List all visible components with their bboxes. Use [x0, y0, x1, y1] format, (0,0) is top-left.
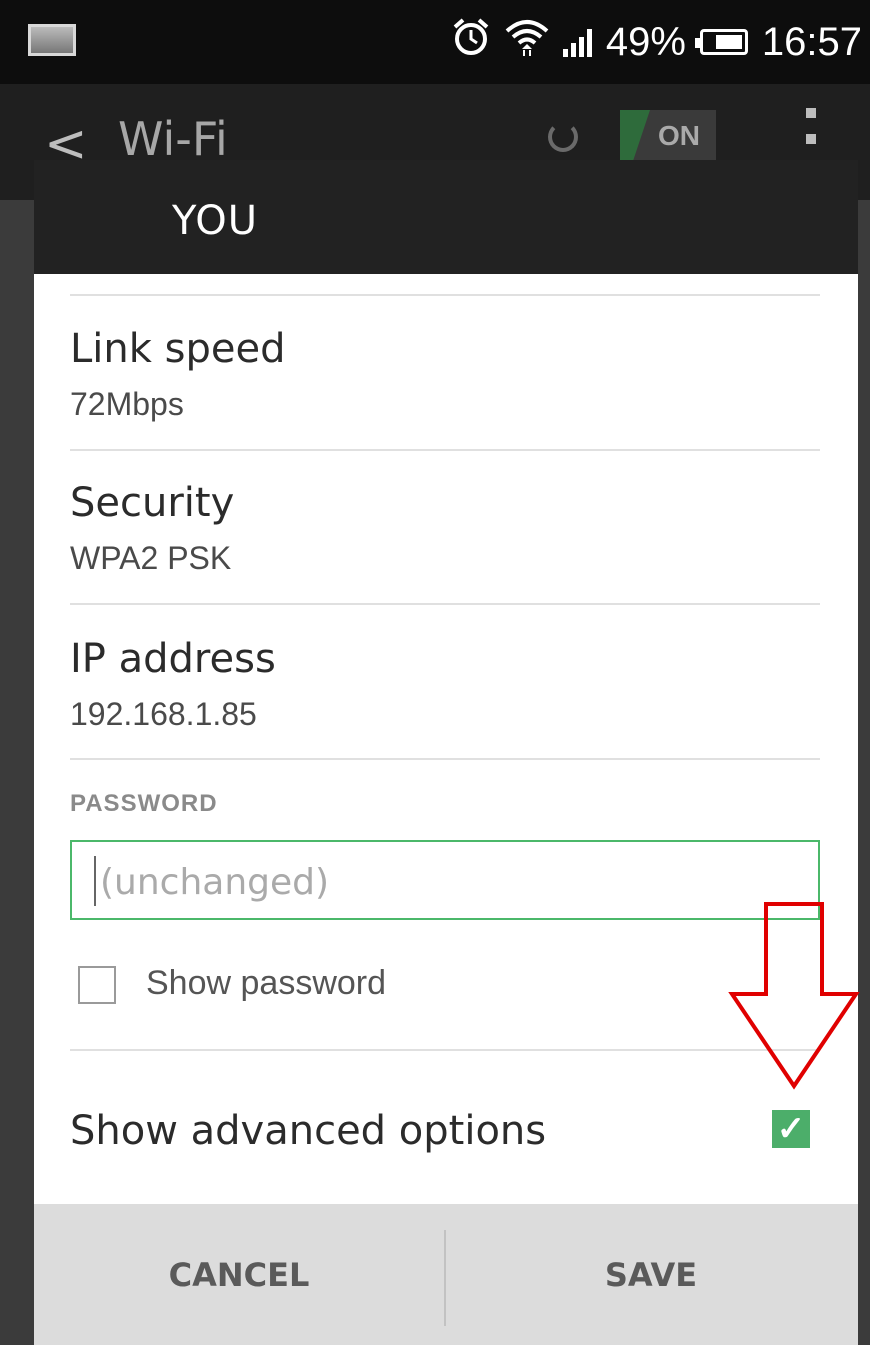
network-dialog: YOU Link speed 72Mbps Security WPA2 PSK … — [34, 160, 858, 1345]
divider — [70, 603, 820, 605]
wifi-toggle[interactable]: ON — [620, 110, 716, 164]
divider — [70, 758, 820, 760]
arrow-annotation-icon — [728, 902, 860, 1090]
ip-address-value: 192.168.1.85 — [70, 696, 257, 732]
dialog-title: YOU — [172, 198, 259, 244]
advanced-options-checkbox[interactable]: ✓ — [772, 1110, 810, 1148]
app-title: Wi-Fi — [118, 112, 228, 166]
security-value: WPA2 PSK — [70, 540, 232, 576]
show-password-label[interactable]: Show password — [146, 964, 386, 1003]
divider — [70, 1049, 820, 1051]
wifi-icon — [505, 17, 549, 67]
background-dim — [858, 200, 870, 1345]
clock: 16:57 — [761, 19, 862, 64]
cancel-button[interactable]: CANCEL — [34, 1204, 444, 1345]
status-icons: 49% 16:57 — [451, 16, 862, 68]
status-bar: 49% 16:57 — [0, 0, 870, 84]
divider — [70, 449, 820, 451]
show-password-checkbox[interactable] — [78, 966, 116, 1004]
signal-icon — [562, 27, 592, 57]
alarm-icon — [451, 17, 491, 67]
password-input[interactable] — [98, 852, 802, 912]
dialog-header: YOU — [34, 160, 858, 274]
link-speed-value: 72Mbps — [70, 386, 184, 422]
advanced-options-label[interactable]: Show advanced options — [70, 1108, 546, 1154]
scanning-spinner-icon — [548, 122, 578, 152]
ip-address-label: IP address — [70, 636, 276, 682]
background-dim — [0, 200, 34, 1345]
text-cursor — [94, 856, 96, 906]
password-field[interactable] — [70, 840, 820, 920]
password-section-label: PASSWORD — [70, 790, 218, 817]
dialog-footer: CANCEL SAVE — [34, 1204, 858, 1345]
battery-icon — [694, 29, 748, 55]
security-label: Security — [70, 480, 235, 526]
screenshot-icon — [28, 24, 76, 56]
link-speed-label: Link speed — [70, 326, 286, 372]
save-button[interactable]: SAVE — [446, 1204, 856, 1345]
toggle-label: ON — [658, 120, 700, 151]
divider — [70, 294, 820, 296]
battery-percent: 49% — [605, 19, 686, 64]
